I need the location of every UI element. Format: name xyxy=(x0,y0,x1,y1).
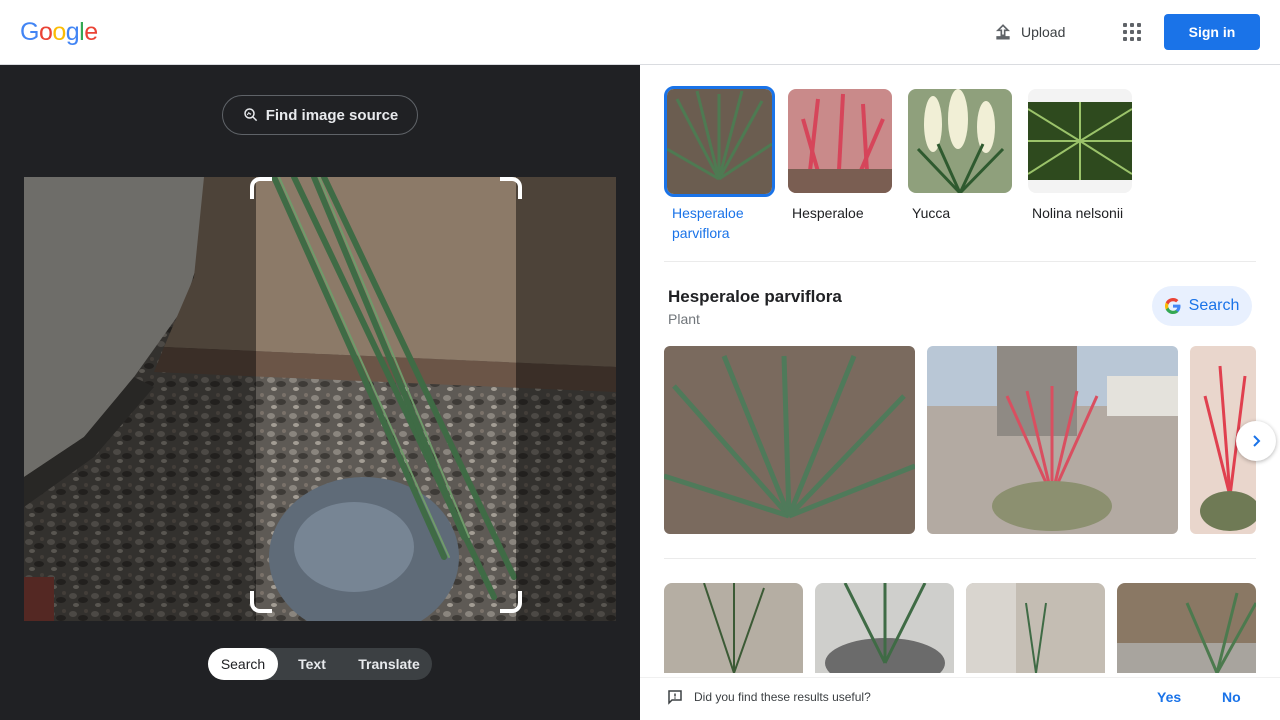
logo-letter: o xyxy=(52,18,66,46)
chevron-right-icon xyxy=(1248,433,1264,449)
result-image[interactable] xyxy=(664,583,803,673)
lens-mode-tabs: Search Text Translate xyxy=(208,648,432,680)
query-image xyxy=(24,177,616,621)
chip-thumbnail xyxy=(908,89,1012,193)
feedback-question: Did you find these results useful? xyxy=(694,690,871,704)
upload-button[interactable]: Upload xyxy=(985,14,1075,50)
logo-letter: o xyxy=(38,18,53,46)
find-image-source-label: Find image source xyxy=(265,106,399,124)
result-carousel xyxy=(664,346,1256,534)
find-image-source-button[interactable]: Find image source xyxy=(222,95,418,135)
logo-letter: G xyxy=(20,18,39,46)
crop-handle-top-right[interactable] xyxy=(500,177,522,199)
chip-label: Hesperaloe xyxy=(792,205,864,221)
top-bar: Google Upload Sign in xyxy=(0,0,1280,65)
chip-thumbnail xyxy=(788,89,892,193)
crop-mask-right xyxy=(516,177,616,621)
logo-letter: g xyxy=(65,18,80,46)
result-image[interactable] xyxy=(966,583,1105,673)
crop-selection-box[interactable] xyxy=(250,177,522,613)
chip-thumbnail xyxy=(664,86,775,197)
chip-label: Hesperaloe parviflora xyxy=(672,205,744,241)
chip-thumbnail xyxy=(1028,89,1132,193)
crop-mask-left xyxy=(24,177,256,621)
logo-letter: e xyxy=(84,18,98,46)
google-logo[interactable]: Google xyxy=(20,18,98,47)
divider xyxy=(664,558,1256,559)
carousel-next-button[interactable] xyxy=(1236,421,1276,461)
entity-title: Hesperaloe parviflora xyxy=(668,287,842,306)
chip-label: Yucca xyxy=(912,205,951,221)
chip-label: Nolina nelsonii xyxy=(1032,205,1124,221)
google-search-label: Search xyxy=(1188,297,1240,314)
entity-subtitle: Plant xyxy=(668,311,700,327)
tab-translate[interactable]: Translate xyxy=(346,648,432,680)
entity-chip[interactable]: Hesperaloe parviflora xyxy=(664,86,779,243)
image-search-icon xyxy=(242,106,260,124)
result-image[interactable] xyxy=(1117,583,1256,673)
feedback-bar: Did you find these results useful? Yes N… xyxy=(640,677,1280,720)
upload-label: Upload xyxy=(1021,24,1066,40)
feedback-no-button[interactable]: No xyxy=(1222,689,1241,705)
upload-icon xyxy=(993,22,1013,42)
tab-text[interactable]: Text xyxy=(278,648,346,680)
feedback-icon xyxy=(666,688,684,706)
result-image[interactable] xyxy=(927,346,1178,534)
divider xyxy=(664,261,1256,262)
google-apps-icon[interactable] xyxy=(1116,16,1148,48)
entity-chip[interactable]: Hesperaloe xyxy=(788,89,900,223)
result-image[interactable] xyxy=(664,346,915,534)
entity-chip[interactable]: Yucca xyxy=(908,89,1020,223)
google-g-icon xyxy=(1164,298,1181,314)
sign-in-button[interactable]: Sign in xyxy=(1164,14,1260,50)
result-image[interactable] xyxy=(815,583,954,673)
results-panel: Hesperaloe parviflora Hesperaloe Yucca N… xyxy=(640,65,1280,720)
crop-handle-bottom-left[interactable] xyxy=(250,591,272,613)
feedback-yes-button[interactable]: Yes xyxy=(1157,689,1181,705)
tab-search[interactable]: Search xyxy=(208,648,278,680)
image-viewer-panel: Find image source Search Text Translate xyxy=(0,65,640,720)
entity-chip[interactable]: Nolina nelsonii xyxy=(1028,89,1140,223)
google-search-button[interactable]: Search xyxy=(1152,286,1252,326)
crop-handle-bottom-right[interactable] xyxy=(500,591,522,613)
crop-handle-top-left[interactable] xyxy=(250,177,272,199)
